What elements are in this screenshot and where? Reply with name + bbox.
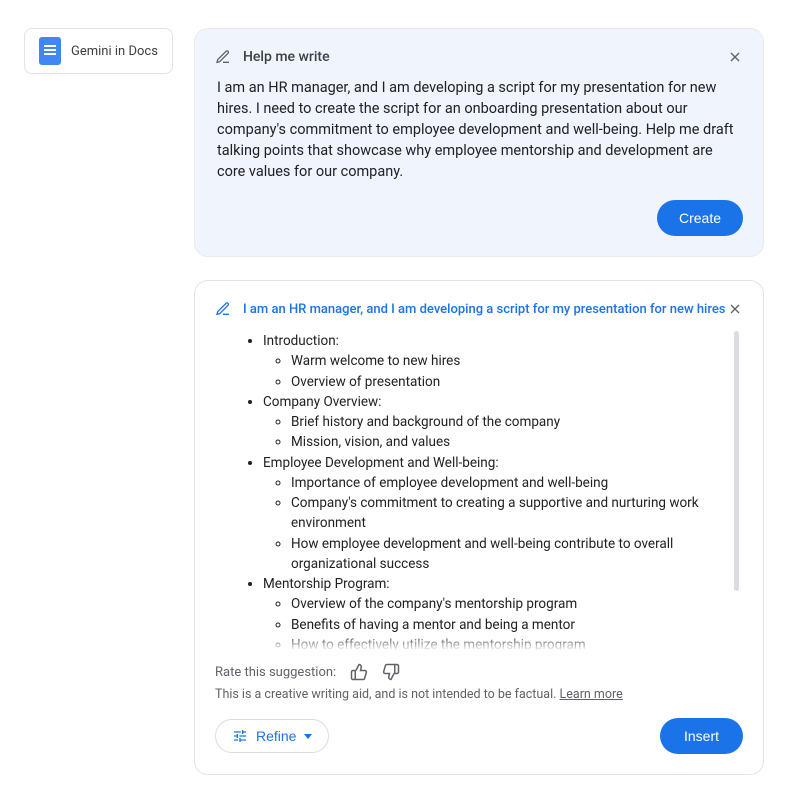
tune-icon [232,728,248,744]
pen-icon [215,301,231,317]
thumbs-up-icon[interactable] [350,663,368,681]
disclaimer-text: This is a creative writing aid, and is n… [215,687,560,702]
thumbs-down-icon[interactable] [382,663,400,681]
chevron-down-icon [304,734,312,739]
learn-more-link[interactable]: Learn more [560,687,623,702]
close-icon[interactable] [727,301,743,317]
scrollbar[interactable] [734,331,739,591]
footer-row: Refine Insert [215,718,743,754]
rate-row: Rate this suggestion: [215,663,743,681]
input-panel-header: Help me write [215,49,743,65]
outline-item: Brief history and background of the comp… [291,412,733,432]
outline-item: Warm welcome to new hires [291,351,733,371]
output-title: I am an HR manager, and I am developing … [243,302,726,317]
create-row: Create [215,200,743,236]
outline-section: Introduction:Warm welcome to new hiresOv… [263,331,733,392]
outline-item: Overview of presentation [291,372,733,392]
refine-button[interactable]: Refine [215,719,329,753]
suggestion-content[interactable]: Introduction:Warm welcome to new hiresOv… [215,331,743,651]
fade-overlay [215,633,743,651]
insert-button[interactable]: Insert [660,718,743,754]
chip-label: Gemini in Docs [71,44,158,59]
pen-icon [215,49,231,65]
gemini-chip[interactable]: Gemini in Docs [24,28,173,74]
suggestion-panel: I am an HR manager, and I am developing … [194,280,764,775]
outline-item: Overview of the company's mentorship pro… [291,594,733,614]
create-button[interactable]: Create [657,200,743,236]
outline-section: Company Overview:Brief history and backg… [263,392,733,453]
output-panel-header: I am an HR manager, and I am developing … [215,301,743,317]
header-left: Help me write [215,49,330,65]
outline-list: Introduction:Warm welcome to new hiresOv… [245,331,733,651]
outline-item: Benefits of having a mentor and being a … [291,615,733,635]
rate-label: Rate this suggestion: [215,665,336,680]
input-title: Help me write [243,49,330,65]
outline-item: How employee development and well-being … [291,534,733,575]
help-me-write-panel: Help me write I am an HR manager, and I … [194,28,764,257]
refine-label: Refine [256,728,296,744]
close-icon[interactable] [727,49,743,65]
prompt-input[interactable]: I am an HR manager, and I am developing … [215,75,743,200]
outline-item: Importance of employee development and w… [291,473,733,493]
outline-section: Employee Development and Well-being:Impo… [263,453,733,575]
disclaimer: This is a creative writing aid, and is n… [215,687,743,702]
docs-icon [39,37,61,65]
output-header-left: I am an HR manager, and I am developing … [215,301,727,317]
outline-item: Company's commitment to creating a suppo… [291,493,733,534]
outline-item: Mission, vision, and values [291,432,733,452]
